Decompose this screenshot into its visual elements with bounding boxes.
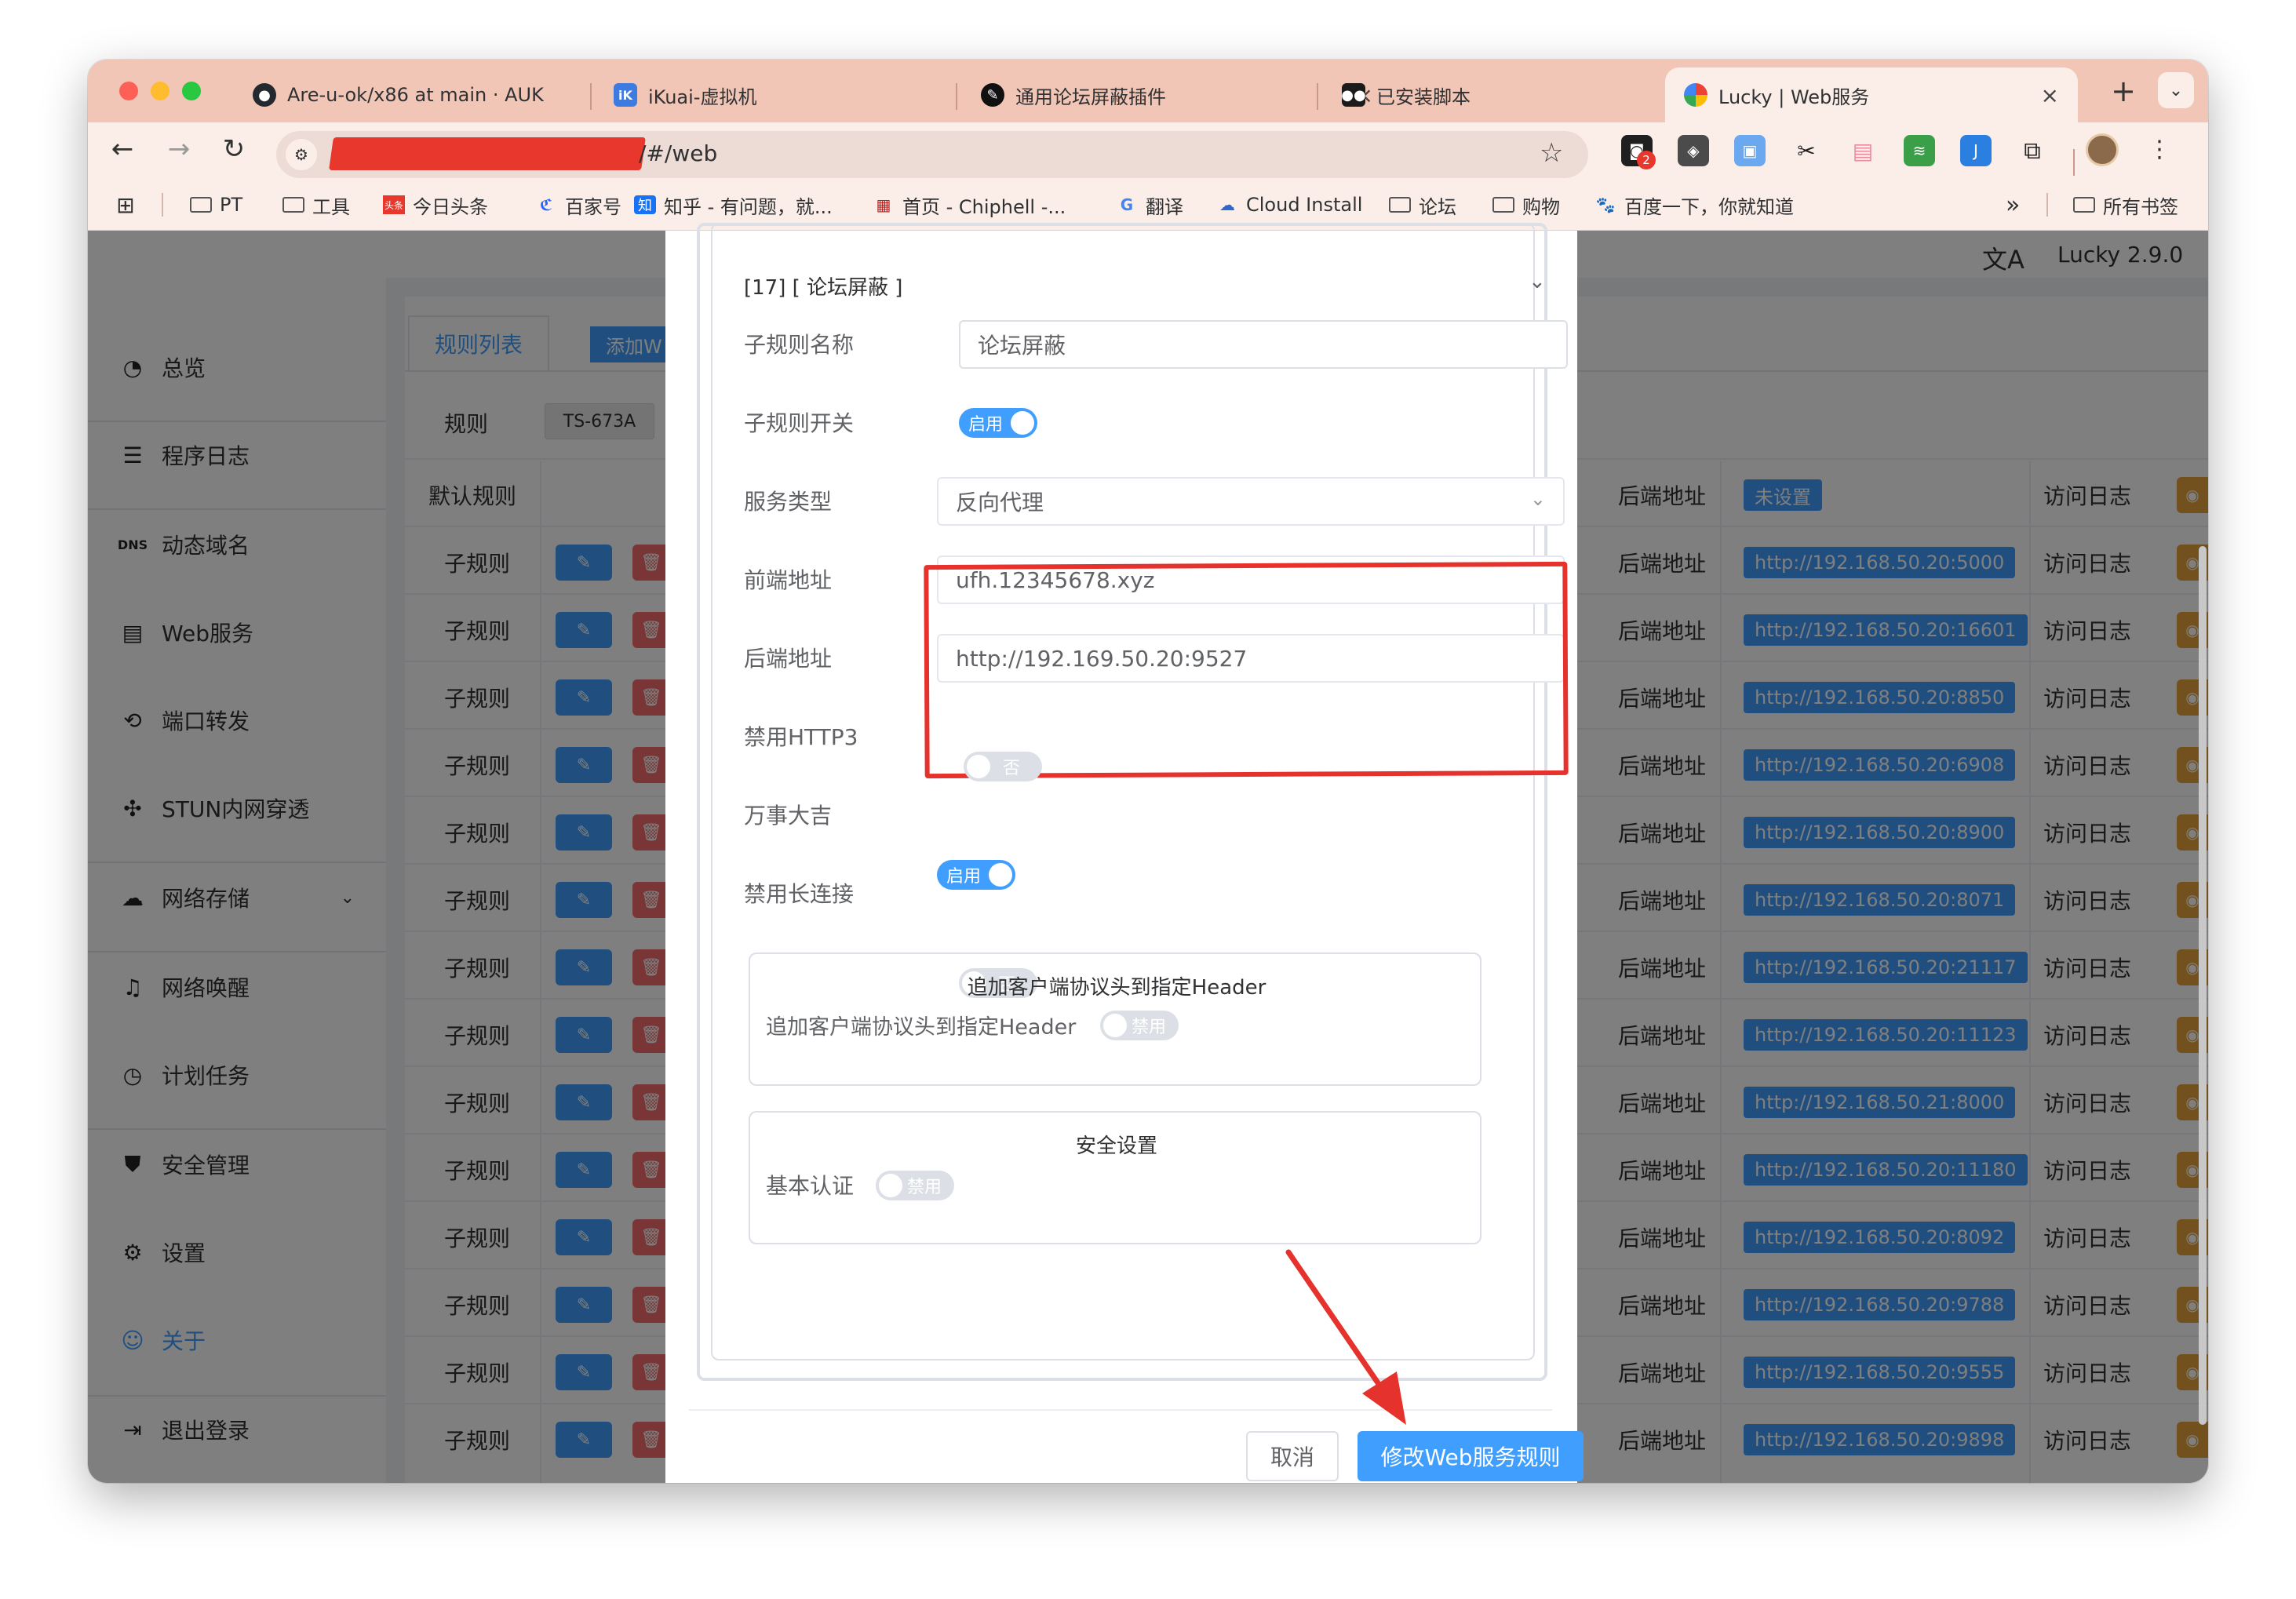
address-bar[interactable]: ⚙ /#/web ☆ (276, 131, 1588, 178)
bookmark-item[interactable]: 工具 (282, 185, 350, 224)
frontend-address-label: 前端地址 (744, 567, 833, 593)
bookmark-item[interactable]: G 翻译 (1116, 185, 1183, 224)
backend-address-label: 后端地址 (744, 646, 833, 672)
new-tab-icon[interactable]: + (2108, 74, 2139, 108)
translate-icon: G (1120, 195, 1134, 214)
tab-search-chevron-icon[interactable]: ⌄ (2158, 72, 2194, 108)
chiphell-icon: ▦ (876, 195, 891, 214)
github-icon: ● (253, 83, 276, 107)
basic-auth-switch[interactable]: 禁用 (876, 1171, 954, 1200)
baijiahao-icon: ℭ (539, 195, 553, 214)
bookmark-star-icon[interactable]: ☆ (1540, 137, 1563, 169)
more-menu-icon[interactable]: ⋮ (2144, 133, 2175, 165)
bitwarden-icon[interactable]: ◈ (1678, 135, 1709, 166)
folder-icon (2073, 197, 2095, 213)
security-panel-title: 安全设置 (1075, 1135, 1157, 1158)
browser-tab[interactable]: iK iKuai-虚拟机 × (595, 67, 1025, 122)
zhihu-icon: 知 (634, 195, 656, 214)
bookmarks-overflow-icon[interactable]: » (2006, 185, 2020, 224)
tab-separator (590, 83, 592, 110)
cancel-button[interactable]: 取消 (1246, 1431, 1339, 1481)
chevron-down-icon: ⌄ (1529, 488, 1546, 510)
submit-button[interactable]: 修改Web服务规则 (1358, 1431, 1584, 1481)
security-panel: 安全设置 基本认证 禁用 (749, 1111, 1481, 1244)
folder-icon (1389, 197, 1411, 213)
bookmark-item[interactable]: PT (190, 185, 242, 224)
basic-auth-label: 基本认证 (766, 1173, 855, 1199)
plugin-icon: ✎ (981, 83, 1004, 107)
bookmark-item[interactable]: 头条 今日头条 (383, 185, 488, 224)
minimize-window-button[interactable] (151, 82, 169, 100)
toolbar-separator (2073, 149, 2075, 176)
reload-icon[interactable]: ↻ (218, 133, 250, 165)
baidu-icon: 🐾 (1595, 195, 1616, 214)
header-panel: 追加客户端协议头到指定Header 追加客户端协议头到指定Header 禁用 (749, 952, 1481, 1086)
sub-rule-name-input[interactable]: 论坛屏蔽 (959, 320, 1568, 369)
tab-separator (956, 83, 957, 110)
extension-badge: 2 (1637, 151, 1656, 169)
folder-icon (190, 197, 212, 213)
cloud-icon: ☁ (1219, 195, 1235, 214)
scrollbar[interactable] (2199, 546, 2207, 1425)
forward-arrow-icon[interactable]: → (163, 133, 195, 165)
zoom-window-button[interactable] (182, 82, 201, 100)
red-highlight-box (924, 561, 1569, 779)
scissors-extension-icon[interactable]: ✂ (1791, 135, 1822, 166)
collapse-chevron-icon[interactable]: ⌄ (1529, 270, 1546, 293)
bookmark-item[interactable]: 购物 (1492, 185, 1560, 224)
disable-http3-label: 禁用HTTP3 (744, 724, 858, 750)
photo-extension-icon[interactable]: ▣ (1734, 135, 1766, 166)
wanshi-daji-label: 万事大吉 (744, 803, 833, 829)
close-tab-icon[interactable]: × (2041, 82, 2059, 108)
folder-icon (282, 197, 304, 213)
disable-keepalive-label: 禁用长连接 (744, 881, 855, 907)
header-switch-label: 追加客户端协议头到指定Header (766, 1014, 1077, 1040)
service-type-label: 服务类型 (744, 489, 833, 515)
sub-rule-name-label: 子规则名称 (744, 332, 855, 358)
disable-http3-switch[interactable]: 否 (964, 752, 1042, 781)
dialog-footer-divider (689, 1409, 1552, 1411)
lucky-icon (1684, 83, 1707, 107)
apps-grid-icon[interactable]: ⊞ (115, 185, 137, 224)
browser-tab-active[interactable]: Lucky | Web服务 × (1665, 67, 2078, 122)
folder-icon (1492, 197, 1514, 213)
close-window-button[interactable] (119, 82, 138, 100)
bookmark-item[interactable]: ℭ 百家号 (535, 185, 621, 224)
all-bookmarks[interactable]: 所有书签 (2073, 185, 2178, 224)
site-settings-icon[interactable]: ⚙ (286, 139, 317, 170)
layers-extension-icon[interactable]: ≋ (1904, 135, 1935, 166)
wanshi-daji-switch[interactable]: 启用 (937, 860, 1015, 890)
header-switch[interactable]: 禁用 (1100, 1011, 1179, 1040)
url-text: /#/web (639, 140, 718, 166)
j-extension-icon[interactable]: J (1960, 135, 1992, 166)
puzzle-extensions-icon[interactable]: ⧉ (2017, 135, 2048, 166)
bookmark-item[interactable]: 论坛 (1389, 185, 1456, 224)
tab-separator (1317, 83, 1318, 110)
bookmark-separator (2046, 193, 2048, 217)
toutiao-icon: 头条 (383, 195, 405, 214)
service-type-select[interactable]: 反向代理 ⌄ (937, 477, 1565, 526)
redacted-url-scribble (329, 137, 646, 170)
bookmark-item[interactable]: ▦ 首页 - Chiphell -... (873, 185, 1066, 224)
extension-icon[interactable]: ◙ 2 (1621, 135, 1656, 169)
sub-rule-switch-label: 子规则开关 (744, 410, 855, 436)
header-panel-title: 追加客户端协议头到指定Header (967, 976, 1266, 1000)
tampermonkey-icon: ●● (1341, 83, 1366, 107)
bilibili-extension-icon[interactable]: ▤ (1847, 135, 1879, 166)
sub-rule-enable-switch[interactable]: 启用 (959, 408, 1037, 438)
bookmark-item[interactable]: 🐾 百度一下，你就知道 (1594, 185, 1794, 224)
bookmark-item[interactable]: ☁ Cloud Install (1216, 185, 1362, 224)
bookmark-separator (162, 193, 163, 217)
edit-rule-dialog: [17] [ 论坛屏蔽 ] ⌄ 子规则名称 论坛屏蔽 子规则开关 启用 服务类型… (665, 223, 1584, 1483)
back-arrow-icon[interactable]: ← (107, 133, 138, 165)
avatar[interactable] (2086, 133, 2119, 166)
browser-window: ● Are-u-ok/x86 at main · AUK × iK iKuai-… (88, 60, 2208, 1483)
bookmark-item[interactable]: 知知乎 - 有问题，就... (634, 185, 833, 224)
sub-rule-section-title: [17] [ 论坛屏蔽 ] (744, 276, 903, 300)
ikuai-icon: iK (614, 83, 637, 107)
